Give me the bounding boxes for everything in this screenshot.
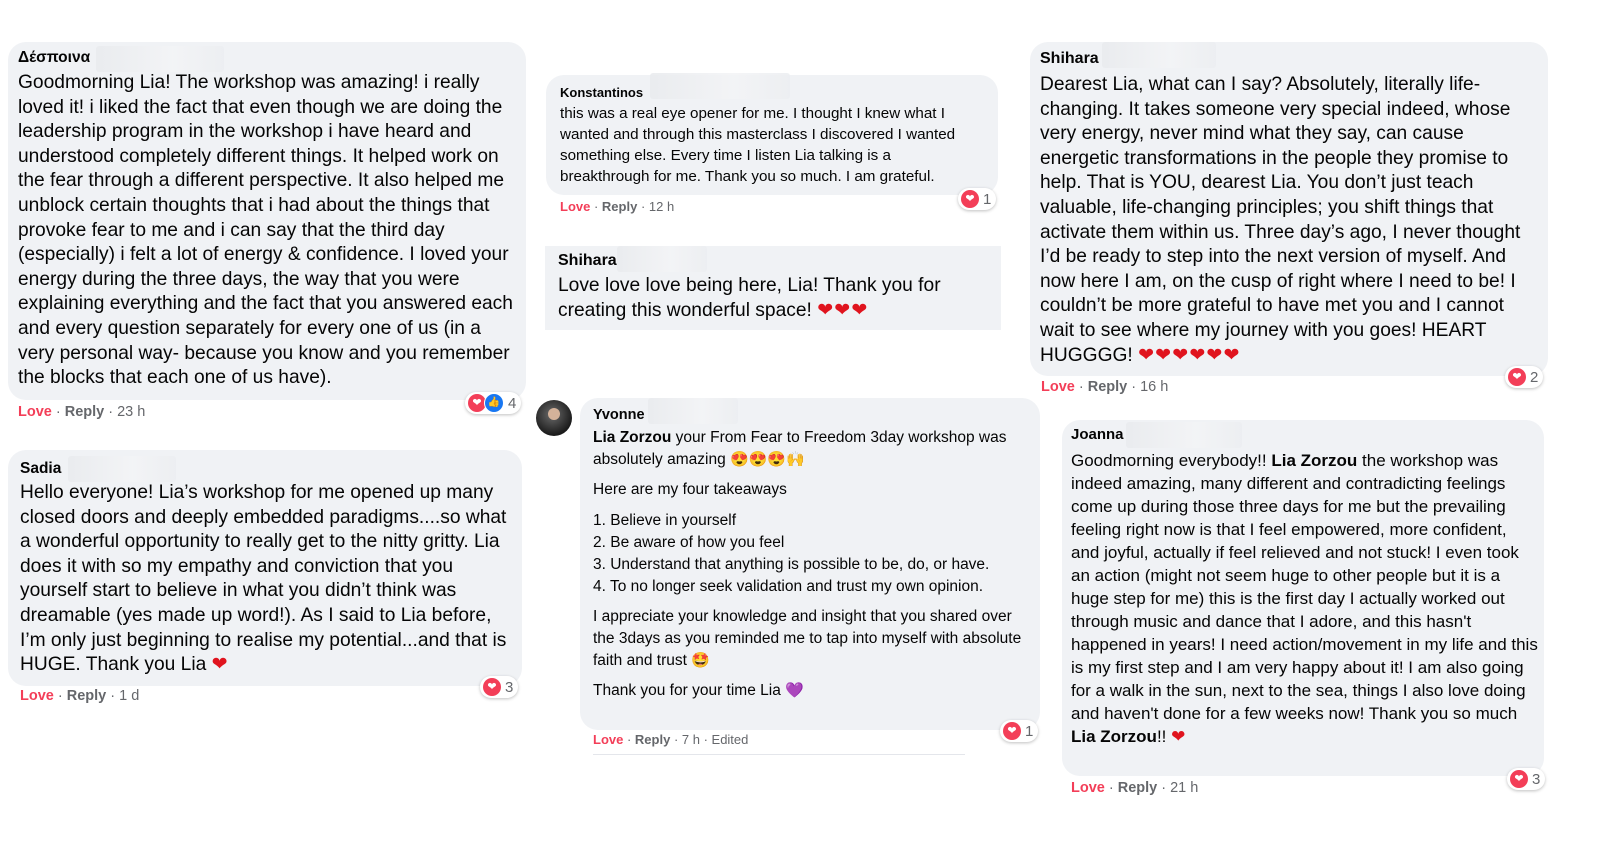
heart-emoji: ❤❤❤❤❤❤: [1138, 344, 1241, 366]
heart-reaction-icon: ❤: [1508, 368, 1526, 386]
comment-time: · 23 h: [108, 404, 146, 420]
paragraph-3: Thank you for your time Lia 💜: [593, 680, 1027, 702]
emoji: 🤩: [691, 652, 710, 669]
comment-body: Hello everyone! Lia’s workshop for me op…: [20, 482, 507, 676]
heart-emoji: ❤❤❤: [817, 299, 869, 321]
reply-button[interactable]: Reply: [635, 732, 670, 747]
takeaway-item: 2. Be aware of how you feel: [593, 534, 785, 551]
reply-button[interactable]: Reply: [65, 404, 105, 420]
comment-author[interactable]: Sadia: [20, 459, 510, 479]
reaction-summary[interactable]: ❤ 2: [1505, 366, 1544, 388]
comment-time: · 1 d: [110, 688, 140, 704]
takeaway-item: 3. Understand that anything is possible …: [593, 556, 990, 573]
love-button[interactable]: Love: [1071, 780, 1105, 796]
heart-reaction-icon: ❤: [1003, 722, 1021, 740]
heart-reaction-icon: ❤: [1510, 770, 1528, 788]
comment-shihara-long: Shihara Dearest Lia, what can I say? Abs…: [1030, 42, 1548, 376]
comment-text: Goodmorning Lia! The workshop was amazin…: [18, 72, 513, 389]
like-reaction-icon: 👍: [484, 393, 504, 413]
divider: [593, 754, 965, 755]
reply-button[interactable]: Reply: [67, 688, 107, 704]
love-button[interactable]: Love: [20, 688, 54, 704]
comment-body: Goodmorning everybody!!: [1071, 451, 1272, 470]
takeaway-item: 4. To no longer seek validation and trus…: [593, 578, 984, 595]
comment-joanna: Joanna Goodmorning everybody!! Lia Zorzo…: [1062, 420, 1544, 776]
comment-author[interactable]: Shihara: [1040, 49, 1538, 69]
comment-time: · 16 h: [1131, 379, 1169, 395]
comment-text: Love love love being here, Lia! Thank yo…: [558, 274, 978, 323]
heart-reaction-icon: ❤: [961, 190, 979, 208]
comment-line: Thank you for your time Lia: [593, 682, 781, 699]
love-button[interactable]: Love: [560, 199, 590, 214]
comment-sadia: Sadia Hello everyone! Lia’s workshop for…: [8, 450, 522, 686]
reaction-count: 1: [1025, 722, 1034, 740]
takeaways-list: 1. Believe in yourself 2. Be aware of ho…: [593, 510, 1027, 598]
paragraph-1: Lia Zorzou your From Fear to Freedom 3da…: [593, 427, 1027, 471]
comment-body: Dearest Lia, what can I say? Absolutely,…: [1040, 74, 1521, 366]
reaction-summary[interactable]: ❤ 3: [1507, 768, 1546, 790]
comment-actions: Love · Reply · 23 h: [18, 404, 146, 420]
reaction-count: 3: [1532, 770, 1541, 788]
comment-body: !!: [1156, 727, 1172, 746]
comment-author[interactable]: Konstantinos: [560, 84, 984, 102]
comment-despoina: Δέσποινα Goodmorning Lia! The workshop w…: [8, 42, 526, 400]
comment-actions: Love · Reply · 7 h · Edited: [593, 732, 749, 747]
takeaway-item: 1. Believe in yourself: [593, 512, 737, 529]
reaction-summary[interactable]: ❤ 1: [1000, 720, 1039, 742]
comment-actions: Love · Reply · 16 h: [1041, 379, 1169, 395]
reply-button[interactable]: Reply: [1088, 379, 1128, 395]
reply-button[interactable]: Reply: [602, 199, 637, 214]
comment-line: I appreciate your knowledge and insight …: [593, 608, 1022, 669]
reaction-summary[interactable]: ❤ 👍 4: [465, 392, 522, 414]
comment-text: Lia Zorzou your From Fear to Freedom 3da…: [593, 427, 1027, 702]
comment-text: Hello everyone! Lia’s workshop for me op…: [20, 481, 510, 678]
comment-text: Dearest Lia, what can I say? Absolutely,…: [1040, 73, 1538, 368]
comment-actions: Love · Reply · 12 h: [560, 199, 675, 214]
avatar[interactable]: [536, 400, 572, 436]
love-button[interactable]: Love: [18, 404, 52, 420]
comment-actions: Love · Reply · 1 d: [20, 688, 140, 704]
comment-konstantinos: Konstantinos this was a real eye opener …: [546, 73, 998, 195]
comment-author[interactable]: Δέσποινα: [18, 48, 516, 68]
paragraph-2: I appreciate your knowledge and insight …: [593, 606, 1027, 672]
emoji: 💜: [785, 682, 804, 699]
heart-emoji: ❤: [1171, 727, 1187, 746]
comment-author[interactable]: Yvonne: [593, 406, 1027, 424]
mention-link[interactable]: Lia Zorzou: [1271, 451, 1357, 470]
comment-body: the workshop was indeed amazing, many di…: [1071, 451, 1538, 723]
comment-time: · 12 h: [640, 199, 675, 214]
comment-body: Love love love being here, Lia! Thank yo…: [558, 275, 941, 321]
heart-reaction-icon: ❤: [483, 678, 501, 696]
comment-text: this was a real eye opener for me. I tho…: [560, 105, 956, 185]
comment-time: · 21 h: [1161, 780, 1199, 796]
heart-emoji: ❤: [211, 654, 229, 676]
comment-actions: Love · Reply · 21 h: [1071, 780, 1199, 796]
emoji: 😍😍😍🙌: [730, 451, 805, 468]
love-button[interactable]: Love: [1041, 379, 1075, 395]
reaction-summary[interactable]: ❤ 3: [480, 676, 519, 698]
comment-text: Goodmorning everybody!! Lia Zorzou the w…: [1071, 449, 1539, 748]
mention-link[interactable]: Lia Zorzou: [593, 429, 671, 446]
comment-yvonne: Yvonne Lia Zorzou your From Fear to Free…: [580, 398, 1040, 730]
reaction-summary[interactable]: ❤ 1: [958, 188, 997, 210]
reaction-count: 4: [508, 394, 517, 412]
mention-link[interactable]: Lia Zorzou: [1071, 727, 1157, 746]
comment-shihara-short: Shihara Love love love being here, Lia! …: [545, 246, 1001, 330]
takeaways-intro: Here are my four takeaways: [593, 481, 787, 498]
reply-button[interactable]: Reply: [1118, 780, 1158, 796]
comment-author[interactable]: Joanna: [1071, 426, 1535, 444]
reaction-count: 2: [1530, 368, 1539, 386]
reaction-count: 3: [505, 678, 514, 696]
comment-time: · 7 h · Edited: [673, 732, 749, 747]
love-button[interactable]: Love: [593, 732, 623, 747]
reaction-count: 1: [983, 190, 992, 208]
comment-author[interactable]: Shihara: [558, 251, 989, 271]
